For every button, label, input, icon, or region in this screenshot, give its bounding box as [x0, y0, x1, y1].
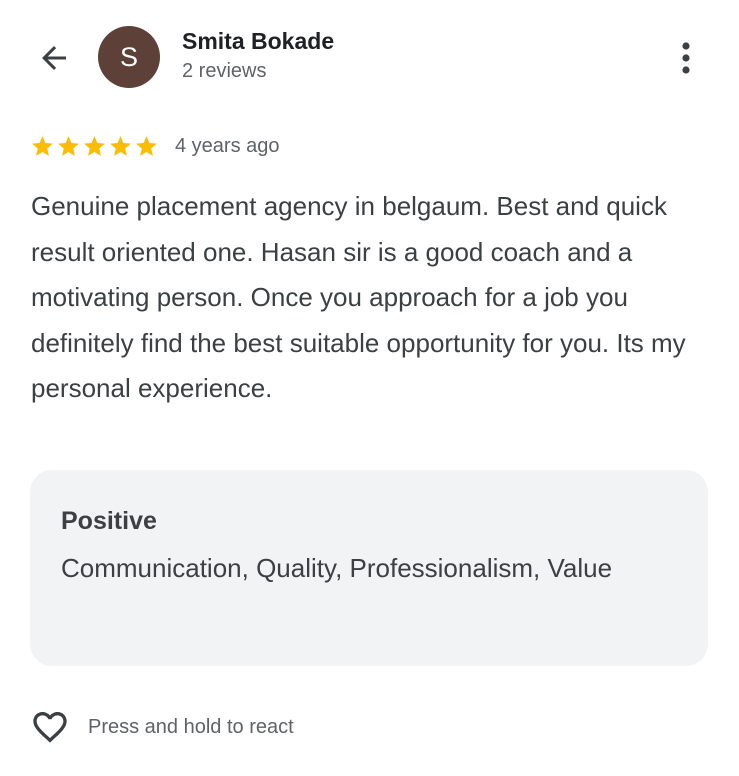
star-icon	[84, 135, 105, 156]
star-rating	[30, 134, 160, 159]
review-date: 4 years ago	[175, 134, 280, 157]
back-button[interactable]	[32, 36, 76, 80]
more-vertical-icon	[682, 42, 690, 74]
review-attributes-card: Positive Communication, Quality, Profess…	[30, 470, 708, 666]
review-text: Genuine placement agency in belgaum. Bes…	[31, 191, 686, 403]
star-icon	[136, 135, 157, 156]
more-options-button[interactable]	[662, 34, 710, 82]
review-header: S Smita Bokade 2 reviews	[0, 0, 739, 110]
star-icon	[110, 135, 131, 156]
star-icon	[58, 135, 79, 156]
attributes-values: Communication, Quality, Professionalism,…	[61, 553, 613, 583]
star-icon	[32, 135, 53, 156]
review-rating-row: 4 years ago	[30, 128, 280, 164]
author-review-count: 2 reviews	[182, 60, 267, 82]
heart-outline-icon	[33, 712, 67, 743]
author-avatar[interactable]: S	[98, 26, 160, 88]
react-button[interactable]: Press and hold to react	[30, 706, 294, 748]
author-name[interactable]: Smita Bokade	[182, 28, 334, 55]
react-label: Press and hold to react	[88, 715, 294, 738]
arrow-left-icon	[42, 46, 66, 70]
avatar-initial: S	[119, 41, 138, 72]
attributes-title: Positive	[61, 507, 157, 535]
